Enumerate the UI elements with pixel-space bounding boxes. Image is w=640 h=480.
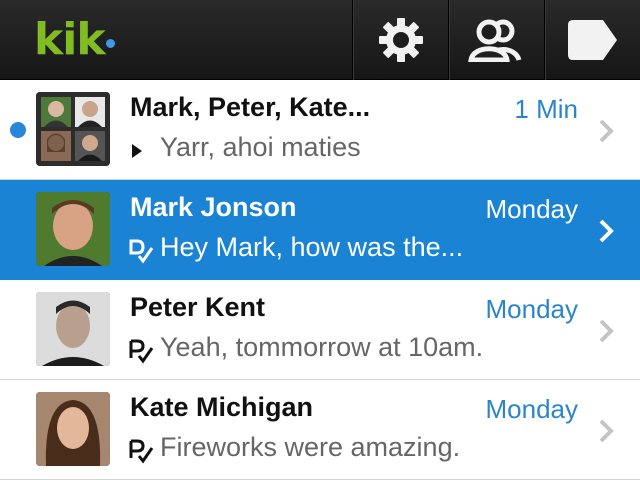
people-button[interactable]: [448, 0, 544, 80]
top-bar: kik: [0, 0, 640, 80]
read-icon: [129, 339, 154, 364]
conversation-name: Kate Michigan: [130, 392, 314, 422]
conversation-row-group[interactable]: Mark, Peter, Kate... 1 Min Yarr, ahoi ma…: [0, 80, 640, 180]
conversation-time: Monday: [485, 394, 579, 424]
conversation-time: 1 Min: [514, 94, 578, 124]
unread-dot: [10, 122, 26, 138]
conversation-name: Mark Jonson: [130, 192, 297, 222]
conversation-list: Mark, Peter, Kate... 1 Min Yarr, ahoi ma…: [0, 80, 640, 480]
people-icon: [467, 19, 521, 62]
avatar-kate: [36, 392, 110, 466]
chevron-right-icon: [599, 219, 614, 243]
compose-icon: [567, 20, 617, 60]
gear-icon: [378, 18, 423, 62]
play-icon: [132, 144, 142, 158]
conversation-row-kate[interactable]: Kate Michigan Monday Fireworks were amaz…: [0, 380, 640, 480]
logo-dot: [106, 39, 115, 48]
conversation-name: Peter Kent: [130, 292, 266, 322]
compose-button[interactable]: [544, 0, 640, 80]
chevron-right-icon: [599, 119, 614, 143]
group-avatar: [36, 92, 110, 166]
conversation-row-mark[interactable]: Mark Jonson Monday Hey Mark, how was the…: [0, 180, 640, 280]
conversation-preview: Yeah, tommorrow at 10am.: [160, 332, 484, 362]
conversation-time: Monday: [485, 294, 579, 324]
avatar-mark: [36, 192, 110, 266]
conversation-preview: Fireworks were amazing.: [160, 432, 461, 462]
kik-logo: kik: [34, 14, 106, 65]
conversation-preview: Hey Mark, how was the...: [160, 232, 464, 262]
settings-button[interactable]: [352, 0, 448, 80]
avatar-peter: [36, 292, 110, 366]
delivered-icon: [129, 239, 154, 264]
conversation-time: Monday: [485, 194, 579, 224]
chevron-right-icon: [599, 319, 614, 343]
conversation-name: Mark, Peter, Kate...: [130, 92, 371, 122]
conversation-row-peter[interactable]: Peter Kent Monday Yeah, tommorrow at 10a…: [0, 280, 640, 380]
chevron-right-icon: [599, 419, 614, 443]
read-icon: [129, 439, 154, 464]
conversation-preview: Yarr, ahoi maties: [160, 132, 361, 162]
